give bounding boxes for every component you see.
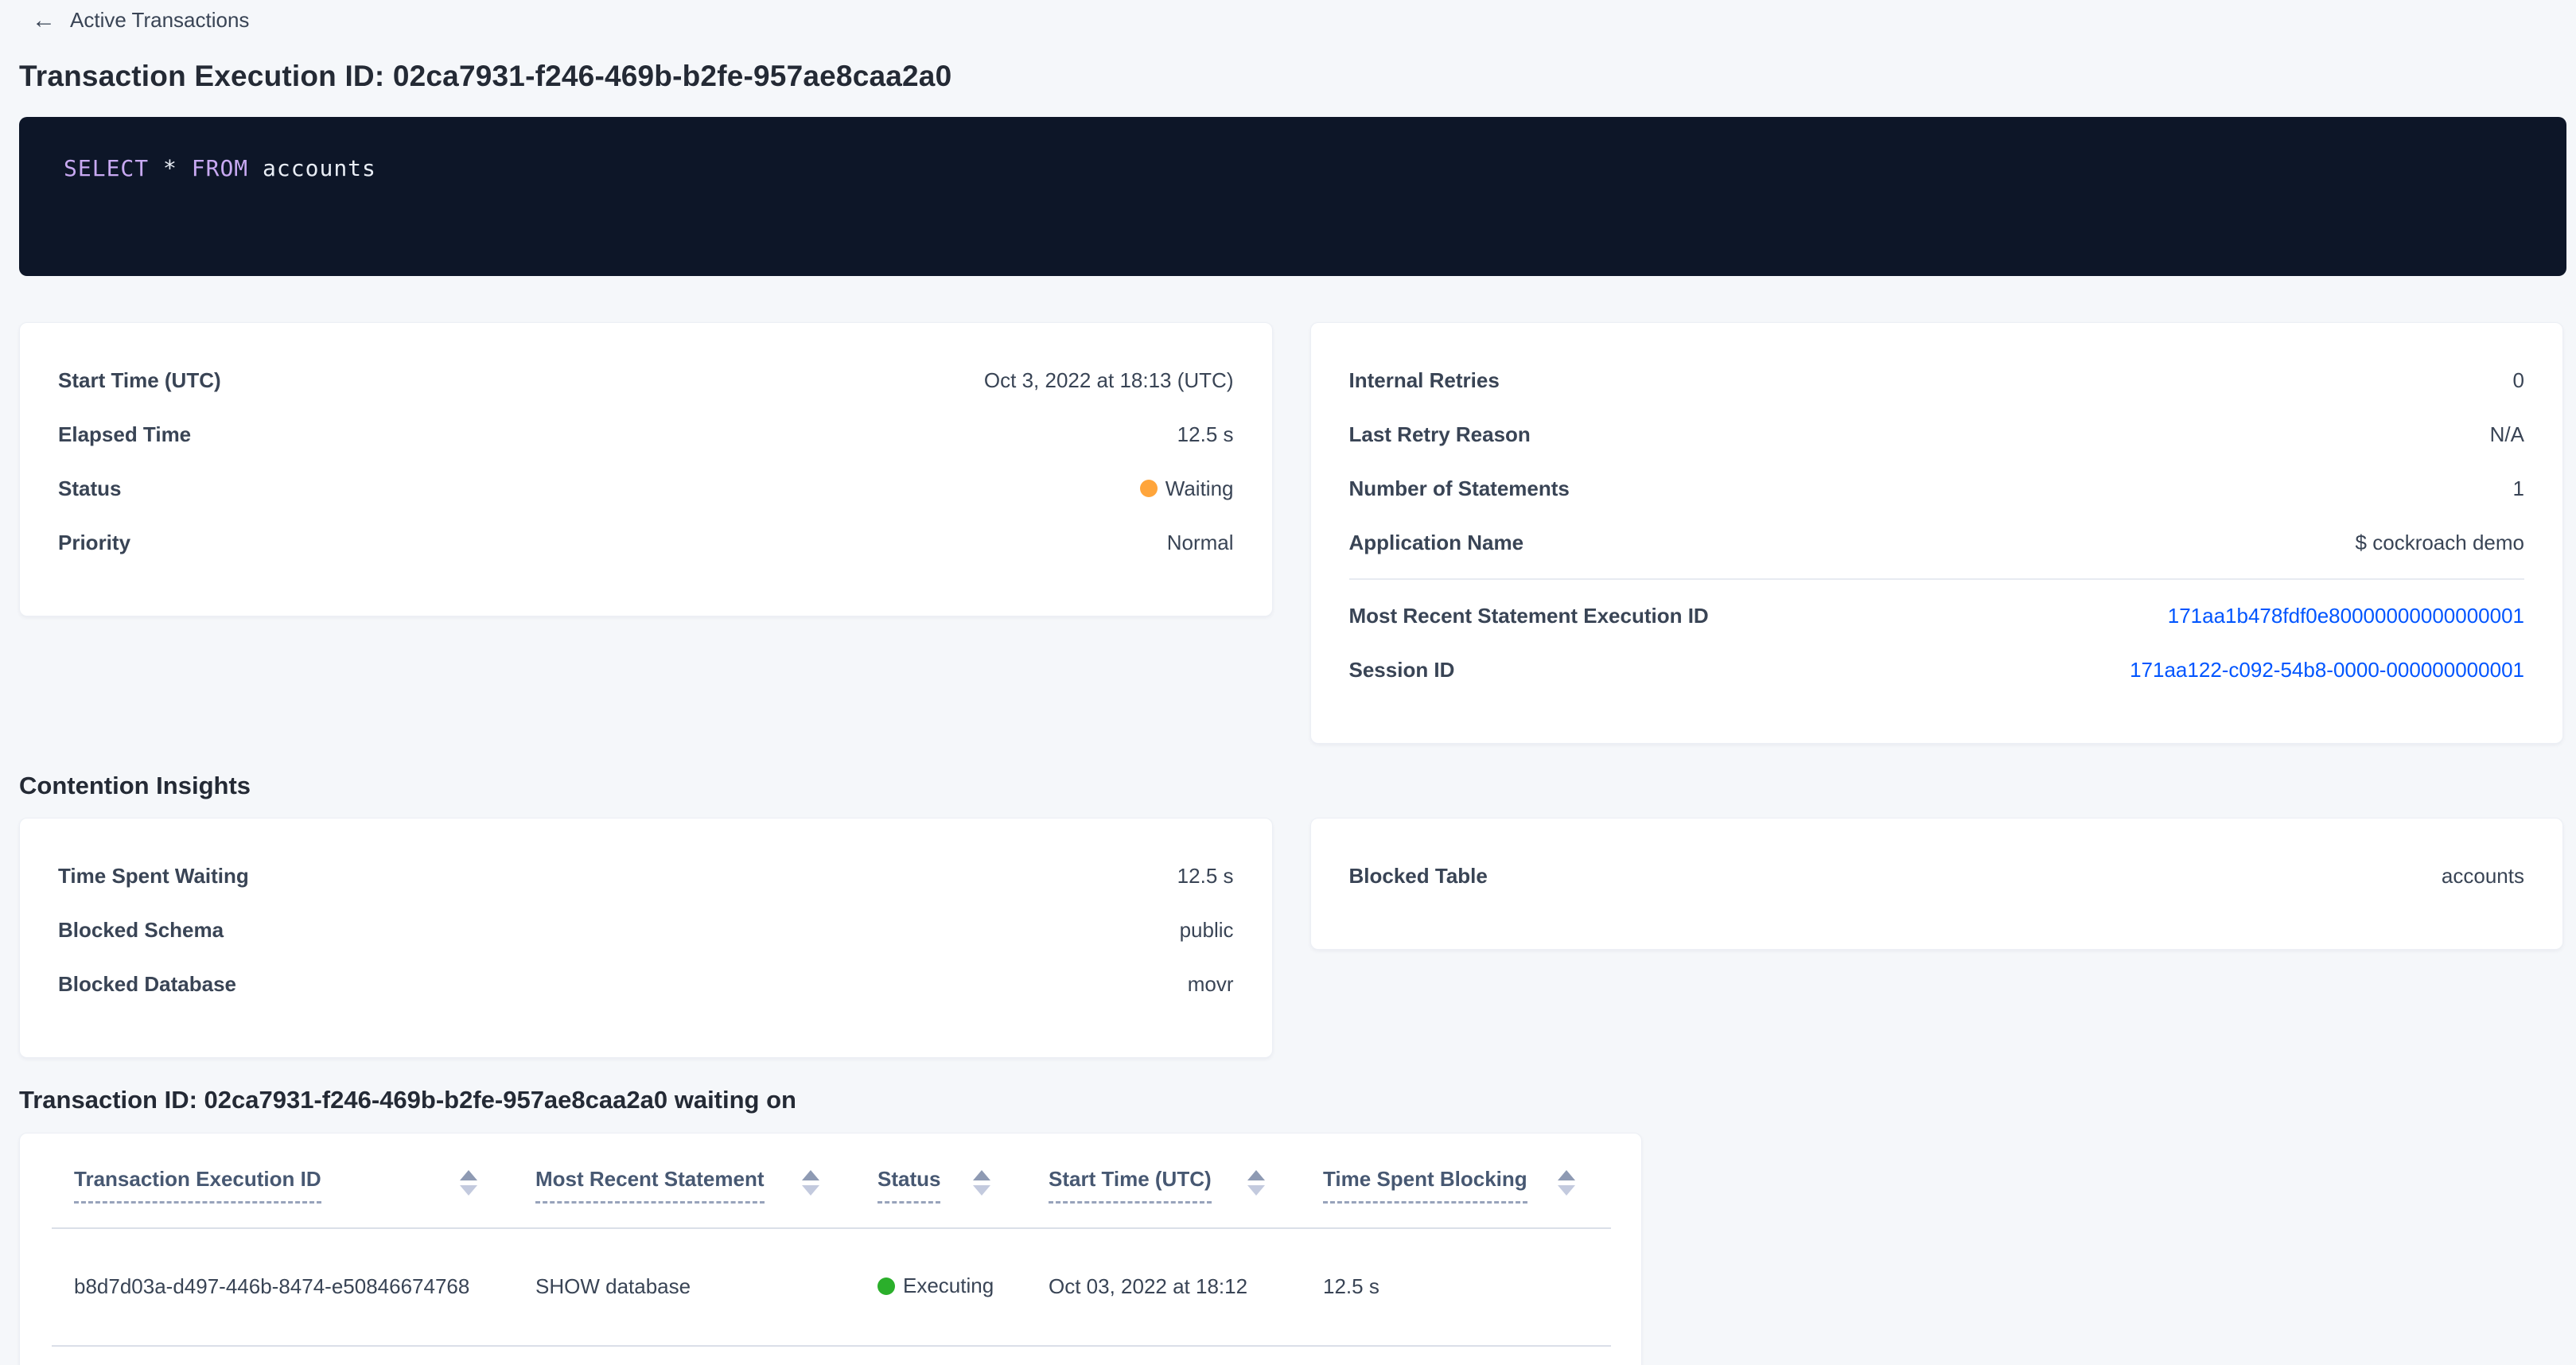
blocked-table-value: accounts <box>2442 864 2524 889</box>
number-of-statements-value: 1 <box>2513 476 2524 501</box>
sql-star: * <box>163 155 177 181</box>
summary-row: Session ID 171aa122-c092-54b8-0000-00000… <box>1349 643 2525 697</box>
cell-time-spent-blocking: 12.5 s <box>1301 1228 1611 1346</box>
cell-most-recent-statement: SHOW database <box>513 1228 855 1346</box>
waiting-on-table-card: Transaction Execution ID Most Recent Sta… <box>19 1133 1642 1365</box>
blocked-table-label: Blocked Table <box>1349 864 1488 889</box>
last-retry-reason-value: N/A <box>2490 422 2524 447</box>
statement-execution-id-label: Most Recent Statement Execution ID <box>1349 604 1709 628</box>
blocked-schema-label: Blocked Schema <box>58 918 224 943</box>
status-value: Waiting <box>1165 476 1234 501</box>
sort-icon[interactable] <box>1247 1170 1265 1196</box>
summary-row: Internal Retries 0 <box>1349 353 2525 407</box>
sql-table-name: accounts <box>263 155 376 181</box>
last-retry-reason-label: Last Retry Reason <box>1349 422 1531 447</box>
internal-retries-label: Internal Retries <box>1349 368 1500 393</box>
waiting-on-heading: Transaction ID: 02ca7931-f246-469b-b2fe-… <box>19 1086 2563 1114</box>
priority-label: Priority <box>58 531 130 555</box>
sort-icon[interactable] <box>973 1170 990 1196</box>
summary-row: Most Recent Statement Execution ID 171aa… <box>1349 589 2525 643</box>
internal-retries-value: 0 <box>2513 368 2524 393</box>
summary-row: Number of Statements 1 <box>1349 461 2525 515</box>
page-title: Transaction Execution ID: 02ca7931-f246-… <box>19 60 2563 93</box>
application-name-label: Application Name <box>1349 531 1524 555</box>
summary-row: Application Name $ cockroach demo <box>1349 515 2525 570</box>
sort-icon[interactable] <box>460 1170 477 1196</box>
start-time-value: Oct 3, 2022 at 18:13 (UTC) <box>984 368 1234 393</box>
time-spent-waiting-label: Time Spent Waiting <box>58 864 249 889</box>
summary-card-right: Internal Retries 0 Last Retry Reason N/A… <box>1310 322 2564 744</box>
elapsed-time-label: Elapsed Time <box>58 422 191 447</box>
summary-card-left: Start Time (UTC) Oct 3, 2022 at 18:13 (U… <box>19 322 1273 616</box>
number-of-statements-label: Number of Statements <box>1349 476 1570 501</box>
summary-row: Last Retry Reason N/A <box>1349 407 2525 461</box>
application-name-value: $ cockroach demo <box>2356 531 2524 555</box>
summary-row: Start Time (UTC) Oct 3, 2022 at 18:13 (U… <box>58 353 1234 407</box>
cell-transaction-execution-id: b8d7d03a-d497-446b-8474-e50846674768 <box>52 1228 513 1346</box>
summary-row: Status Waiting <box>58 461 1234 515</box>
sql-keyword: FROM <box>192 155 248 181</box>
column-header-most-recent-statement[interactable]: Most Recent Statement <box>513 1134 855 1228</box>
priority-value: Normal <box>1167 531 1234 555</box>
status-waiting-dot-icon <box>1140 480 1158 497</box>
status-label: Status <box>58 476 121 501</box>
table-header-row: Transaction Execution ID Most Recent Sta… <box>52 1134 1611 1228</box>
contention-row: Blocked Schema public <box>58 903 1234 957</box>
time-spent-waiting-value: 12.5 s <box>1177 864 1234 889</box>
blocked-database-label: Blocked Database <box>58 972 236 997</box>
column-header-status[interactable]: Status <box>855 1134 1026 1228</box>
summary-row: Elapsed Time 12.5 s <box>58 407 1234 461</box>
back-link[interactable]: ← Active Transactions <box>32 8 249 33</box>
transaction-details-page: ← Active Transactions Transaction Execut… <box>0 0 2576 1365</box>
sort-icon[interactable] <box>802 1170 819 1196</box>
contention-row: Time Spent Waiting 12.5 s <box>58 849 1234 903</box>
summary-row: Priority Normal <box>58 515 1234 570</box>
cell-start-time: Oct 03, 2022 at 18:12 <box>1026 1228 1301 1346</box>
waiting-on-table: Transaction Execution ID Most Recent Sta… <box>52 1134 1611 1347</box>
column-header-time-spent-blocking[interactable]: Time Spent Blocking <box>1301 1134 1611 1228</box>
status-executing-dot-icon <box>877 1278 895 1295</box>
back-arrow-icon: ← <box>32 9 56 33</box>
status-badge: Waiting <box>1140 476 1234 501</box>
table-row: b8d7d03a-d497-446b-8474-e50846674768 SHO… <box>52 1228 1611 1346</box>
session-id-link[interactable]: 171aa122-c092-54b8-0000-000000000001 <box>2130 658 2524 682</box>
status-badge: Executing <box>877 1274 994 1298</box>
start-time-label: Start Time (UTC) <box>58 368 221 393</box>
session-id-label: Session ID <box>1349 658 1455 682</box>
contention-row: Blocked Table accounts <box>1349 849 2525 903</box>
sql-statement-box: SELECT * FROM accounts <box>19 117 2566 276</box>
blocked-schema-value: public <box>1180 918 1234 943</box>
contention-insights-heading: Contention Insights <box>19 772 2563 800</box>
cell-status: Executing <box>855 1228 1026 1346</box>
column-header-transaction-execution-id[interactable]: Transaction Execution ID <box>52 1134 513 1228</box>
back-link-label: Active Transactions <box>70 8 249 33</box>
contention-row: Blocked Database movr <box>58 957 1234 1011</box>
statement-execution-id-link[interactable]: 171aa1b478fdf0e80000000000000001 <box>2168 604 2524 628</box>
contention-card-left: Time Spent Waiting 12.5 s Blocked Schema… <box>19 818 1273 1058</box>
blocked-database-value: movr <box>1188 972 1234 997</box>
elapsed-time-value: 12.5 s <box>1177 422 1234 447</box>
sql-keyword: SELECT <box>64 155 149 181</box>
card-divider <box>1349 578 2525 580</box>
contention-card-right: Blocked Table accounts <box>1310 818 2564 950</box>
column-header-start-time[interactable]: Start Time (UTC) <box>1026 1134 1301 1228</box>
sort-icon[interactable] <box>1558 1170 1575 1196</box>
